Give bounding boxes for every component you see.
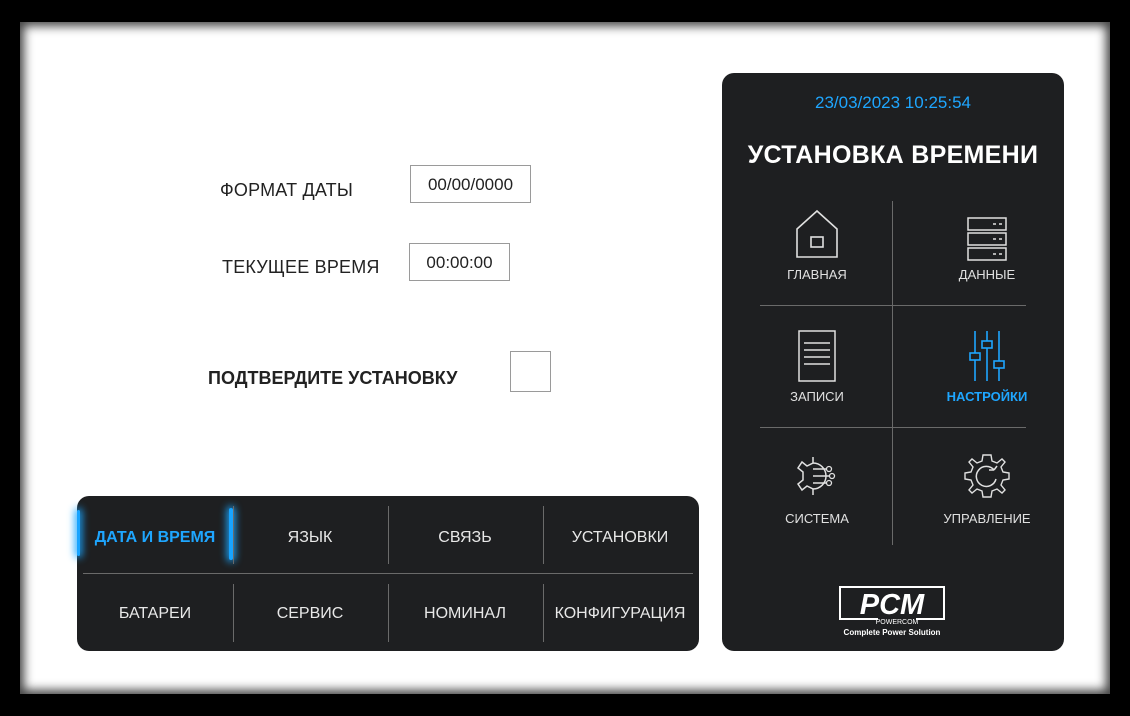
control-gear-icon — [964, 454, 1010, 498]
nav-records-button[interactable]: ЗАПИСИ — [732, 313, 902, 433]
settings-tab-panel: ДАТА И ВРЕМЯ ЯЗЫК СВЯЗЬ УСТАНОВКИ БАТАРЕ… — [77, 496, 699, 651]
nav-records-label: ЗАПИСИ — [790, 389, 844, 404]
current-datetime: 23/03/2023 10:25:54 — [815, 93, 971, 112]
powercom-logo: PCM POWERCOM Complete Power Solution — [839, 586, 945, 637]
nav-data-button[interactable]: ДАННЫЕ — [902, 191, 1072, 311]
tab-row-divider — [83, 573, 693, 574]
nav-home-label: ГЛАВНАЯ — [787, 267, 847, 282]
nav-data-label: ДАННЫЕ — [958, 267, 1016, 282]
nav-home-button[interactable]: ГЛАВНАЯ — [732, 191, 902, 311]
home-icon — [796, 209, 838, 258]
confirm-checkbox[interactable] — [510, 351, 551, 392]
screen-title: УСТАНОВКА ВРЕМЕНИ — [747, 141, 1039, 169]
current-time-label: ТЕКУЩЕЕ ВРЕМЯ — [222, 257, 380, 277]
confirm-setting-label: ПОДТВЕРДИТЕ УСТАНОВКУ — [208, 368, 458, 388]
logo-sub: POWERCOM — [876, 619, 919, 626]
sliders-icon — [969, 331, 1005, 381]
nav-settings-button[interactable]: НАСТРОЙКИ — [902, 313, 1072, 433]
data-server-icon — [967, 217, 1007, 261]
tab-rating[interactable]: НОМИНАЛ — [389, 582, 541, 646]
tab-setup[interactable]: УСТАНОВКИ — [544, 506, 696, 570]
nav-control-label: УПРАВЛЕНИЕ — [943, 511, 1031, 526]
date-format-field[interactable]: 00/00/0000 — [410, 165, 531, 203]
system-gear-icon — [796, 457, 836, 495]
nav-settings-label: НАСТРОЙКИ — [946, 389, 1028, 404]
current-time-field[interactable]: 00:00:00 — [409, 243, 510, 281]
nav-control-button[interactable]: УПРАВЛЕНИЕ — [902, 435, 1072, 555]
document-icon — [798, 330, 836, 382]
tab-language[interactable]: ЯЗЫК — [234, 506, 386, 570]
nav-system-button[interactable]: СИСТЕМА — [732, 435, 902, 555]
nav-system-label: СИСТЕМА — [785, 511, 849, 526]
tab-service[interactable]: СЕРВИС — [234, 582, 386, 646]
navigation-panel: 23/03/2023 10:25:54 УСТАНОВКА ВРЕМЕНИ ГЛ… — [722, 73, 1064, 651]
tab-configuration[interactable]: КОНФИГУРАЦИЯ — [544, 582, 696, 646]
logo-brand: PCM — [860, 589, 925, 621]
tab-batteries[interactable]: БАТАРЕИ — [79, 582, 231, 646]
tab-communication[interactable]: СВЯЗЬ — [389, 506, 541, 570]
logo-tagline: Complete Power Solution — [844, 628, 941, 637]
tab-date-time[interactable]: ДАТА И ВРЕМЯ — [79, 506, 231, 570]
date-format-label: ФОРМАТ ДАТЫ — [220, 180, 353, 200]
